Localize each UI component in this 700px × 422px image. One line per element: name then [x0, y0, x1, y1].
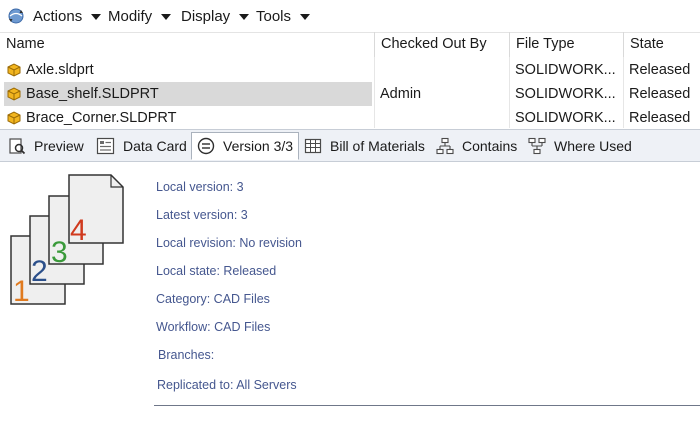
preview-icon	[9, 137, 26, 154]
tab-contains[interactable]: Contains	[436, 130, 517, 161]
file-type: SOLIDWORK...	[515, 62, 616, 78]
tab-label: Preview	[34, 137, 84, 154]
local-state: Local state: Released	[156, 264, 277, 278]
data-card-icon	[96, 137, 115, 154]
column-header-file-type[interactable]: File Type	[509, 32, 623, 57]
part-file-icon	[7, 111, 21, 125]
version-number-1: 1	[13, 275, 30, 308]
toolbar: Actions Modify Display Tools	[0, 0, 700, 33]
modify-menu[interactable]: Modify	[108, 0, 172, 32]
details-divider	[154, 405, 700, 406]
replicated-to: Replicated to: All Servers	[157, 378, 297, 392]
tab-where-used[interactable]: Where Used	[528, 130, 632, 161]
column-header-name[interactable]: Name	[0, 32, 374, 57]
column-header-state[interactable]: State	[623, 32, 700, 57]
category: Category: CAD Files	[156, 292, 270, 306]
caret-down-icon	[239, 13, 250, 20]
where-used-icon	[528, 137, 546, 154]
display-menu[interactable]: Display	[181, 0, 250, 32]
tab-bar: Preview Data Card Version 3/3 Bill of Ma…	[0, 129, 700, 162]
latest-version: Latest version: 3	[156, 208, 248, 222]
local-revision: Local revision: No revision	[156, 236, 302, 250]
version-number-4: 4	[70, 214, 87, 247]
file-name: Axle.sldprt	[26, 62, 94, 78]
tab-bill-of-materials[interactable]: Bill of Materials	[304, 130, 425, 161]
caret-down-icon	[300, 13, 311, 20]
actions-menu-label: Actions	[33, 7, 83, 25]
versions-stack-icon: 1 2 3 4	[10, 174, 124, 308]
part-file-icon	[7, 87, 21, 101]
version-number-2: 2	[31, 255, 48, 288]
file-state: Released	[629, 110, 691, 126]
file-state: Released	[629, 86, 691, 102]
refresh-globe-icon[interactable]	[7, 7, 25, 25]
local-version: Local version: 3	[156, 180, 244, 194]
tab-label: Version 3/3	[223, 138, 294, 154]
file-type: SOLIDWORK...	[515, 110, 616, 126]
file-row-selected[interactable]: Base_shelf.SLDPRT Admin SOLIDWORK... Rel…	[0, 82, 700, 106]
tools-menu-label: Tools	[256, 7, 292, 25]
file-row[interactable]: Axle.sldprt SOLIDWORK... Released	[0, 58, 700, 82]
contains-icon	[436, 137, 454, 154]
tab-label: Data Card	[123, 137, 187, 154]
file-list-header: Name Checked Out By File Type State	[0, 32, 700, 57]
actions-menu[interactable]: Actions	[33, 0, 102, 32]
bill-of-materials-icon	[304, 138, 322, 153]
file-state: Released	[629, 62, 691, 78]
version-number-3: 3	[51, 236, 68, 269]
version-page-4: 4	[68, 174, 124, 247]
column-header-checked-out-by[interactable]: Checked Out By	[374, 32, 509, 57]
file-name: Base_shelf.SLDPRT	[26, 86, 159, 102]
tab-data-card[interactable]: Data Card	[96, 130, 187, 161]
checked-out-by	[380, 58, 505, 82]
file-name: Brace_Corner.SLDPRT	[26, 110, 177, 126]
display-menu-label: Display	[181, 7, 231, 25]
file-type: SOLIDWORK...	[515, 86, 616, 102]
version-icon	[197, 137, 215, 155]
modify-menu-label: Modify	[108, 7, 153, 25]
workflow: Workflow: CAD Files	[156, 320, 271, 334]
checked-out-by: Admin	[380, 86, 422, 102]
tools-menu[interactable]: Tools	[256, 0, 311, 32]
tab-version[interactable]: Version 3/3	[191, 132, 300, 160]
file-row[interactable]: Brace_Corner.SLDPRT SOLIDWORK... Release…	[0, 106, 700, 128]
branches: Branches:	[158, 348, 215, 362]
tab-label: Bill of Materials	[330, 137, 425, 154]
tab-label: Contains	[462, 137, 518, 154]
checked-out-by	[380, 106, 505, 128]
tab-label: Where Used	[554, 137, 632, 154]
caret-down-icon	[161, 13, 172, 20]
tab-preview[interactable]: Preview	[8, 130, 84, 161]
pdm-window: Actions Modify Display Tools Name Checke…	[0, 0, 700, 422]
part-file-icon	[7, 63, 21, 77]
caret-down-icon	[91, 13, 102, 20]
